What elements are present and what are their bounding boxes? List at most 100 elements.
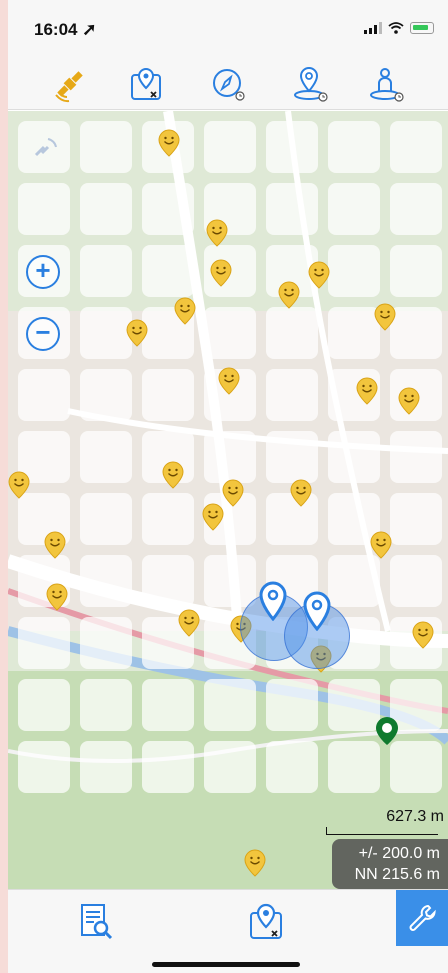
smiley-pin-icon[interactable] — [162, 461, 184, 489]
smiley-pin-icon[interactable] — [222, 479, 244, 507]
map-tile[interactable] — [142, 183, 194, 235]
map-tile[interactable] — [142, 493, 194, 545]
smiley-pin-icon[interactable] — [412, 621, 434, 649]
map-tile[interactable] — [266, 369, 318, 421]
compass-timer-button[interactable] — [206, 62, 250, 106]
smiley-pin-icon[interactable] — [158, 129, 180, 157]
smiley-pin-icon[interactable] — [46, 583, 68, 611]
map-tile[interactable] — [80, 183, 132, 235]
map-tile[interactable] — [266, 741, 318, 793]
map-tile[interactable] — [80, 307, 132, 359]
smiley-pin-icon[interactable] — [356, 377, 378, 405]
smiley-pin-icon[interactable] — [278, 281, 300, 309]
map-tile[interactable] — [266, 679, 318, 731]
person-pin-clock-icon — [370, 68, 404, 102]
green-marker-icon[interactable] — [374, 715, 400, 747]
map-tile[interactable] — [80, 431, 132, 483]
map-tile[interactable] — [328, 121, 380, 173]
signal-icon — [364, 22, 382, 34]
map-tile[interactable] — [266, 121, 318, 173]
home-indicator[interactable] — [152, 962, 300, 967]
map-tile[interactable] — [390, 431, 442, 483]
smiley-pin-icon[interactable] — [290, 479, 312, 507]
map-tile[interactable] — [204, 555, 256, 607]
smiley-pin-icon[interactable] — [174, 297, 196, 325]
smiley-pin-icon[interactable] — [398, 387, 420, 415]
map-tile[interactable] — [204, 431, 256, 483]
location-pin-icon[interactable] — [302, 591, 332, 631]
map-tile[interactable] — [328, 183, 380, 235]
map-tile[interactable] — [390, 493, 442, 545]
map-tile[interactable] — [328, 431, 380, 483]
scale-label: 627.3 m — [386, 808, 444, 825]
map-tile[interactable] — [328, 679, 380, 731]
smiley-pin-icon[interactable] — [202, 503, 224, 531]
document-search-icon — [81, 904, 113, 940]
map-tile[interactable] — [328, 307, 380, 359]
zoom-in-button[interactable]: + — [26, 255, 60, 289]
map-pin-x-icon — [131, 67, 161, 100]
map-tile[interactable] — [80, 617, 132, 669]
map-pin-x-icon — [250, 903, 282, 939]
map-tile[interactable] — [328, 741, 380, 793]
smiley-pin-icon[interactable] — [218, 367, 240, 395]
map-tile[interactable] — [18, 369, 70, 421]
map-tile[interactable] — [80, 121, 132, 173]
smiley-pin-icon[interactable] — [210, 259, 232, 287]
map-tile[interactable] — [18, 617, 70, 669]
map-tile[interactable] — [204, 121, 256, 173]
map-tile[interactable] — [18, 679, 70, 731]
person-location-timer-button[interactable] — [364, 62, 408, 106]
map-tile[interactable] — [266, 307, 318, 359]
map-tile[interactable] — [328, 555, 380, 607]
map-tile[interactable] — [390, 555, 442, 607]
map-tile[interactable] — [390, 245, 442, 297]
map-tile[interactable] — [390, 183, 442, 235]
map-tile[interactable] — [390, 307, 442, 359]
zoom-out-button[interactable]: − — [26, 317, 60, 351]
gps-satellite-button[interactable] — [48, 62, 92, 106]
map-tile[interactable] — [80, 369, 132, 421]
location-timer-button[interactable] — [288, 62, 332, 106]
map-tile[interactable] — [142, 245, 194, 297]
map-tile[interactable] — [266, 183, 318, 235]
map-tile[interactable] — [80, 555, 132, 607]
altitude-label: NN 215.6 m — [354, 866, 440, 883]
map-tile[interactable] — [142, 741, 194, 793]
map-tile[interactable] — [80, 741, 132, 793]
map-pin-remove-button-bottom[interactable] — [244, 900, 288, 944]
map-tile[interactable] — [142, 369, 194, 421]
smiley-pin-icon[interactable] — [8, 471, 30, 499]
wrench-icon — [409, 904, 436, 931]
map-tile[interactable] — [18, 183, 70, 235]
smiley-pin-icon[interactable] — [374, 303, 396, 331]
map-tile[interactable] — [204, 741, 256, 793]
map-tile[interactable] — [142, 555, 194, 607]
map-tile[interactable] — [80, 493, 132, 545]
smiley-pin-icon[interactable] — [370, 531, 392, 559]
smiley-pin-icon[interactable] — [206, 219, 228, 247]
location-info-box: +/- 200.0 m NN 215.6 m — [332, 839, 448, 889]
location-pin-icon[interactable] — [258, 581, 288, 621]
map-tile[interactable] — [266, 431, 318, 483]
map-tile[interactable] — [18, 741, 70, 793]
smiley-pin-icon[interactable] — [244, 849, 266, 877]
map-tile[interactable] — [80, 245, 132, 297]
battery-icon — [410, 22, 434, 34]
map-tile[interactable] — [204, 679, 256, 731]
map-tile[interactable] — [204, 307, 256, 359]
bottom-toolbar — [8, 889, 448, 973]
smiley-pin-icon[interactable] — [308, 261, 330, 289]
map-view[interactable]: + − 627.3 m +/- 200.0 m NN 215.6 m — [8, 111, 448, 889]
smiley-pin-icon[interactable] — [126, 319, 148, 347]
map-tile[interactable] — [142, 679, 194, 731]
map-tile[interactable] — [390, 121, 442, 173]
map-tile[interactable] — [80, 679, 132, 731]
smiley-pin-icon[interactable] — [178, 609, 200, 637]
smiley-pin-icon[interactable] — [44, 531, 66, 559]
map-tile[interactable] — [390, 741, 442, 793]
map-pin-remove-button[interactable] — [124, 62, 168, 106]
settings-button[interactable] — [396, 890, 448, 946]
map-tile[interactable] — [328, 245, 380, 297]
search-list-button[interactable] — [74, 900, 118, 944]
